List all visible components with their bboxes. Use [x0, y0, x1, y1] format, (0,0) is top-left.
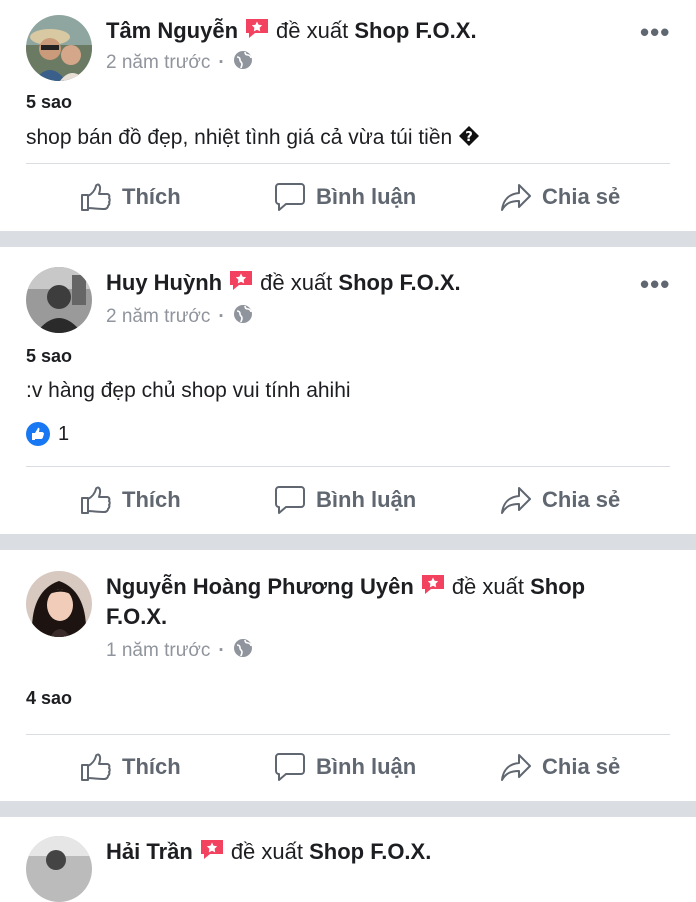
rating: 4 sao — [26, 688, 73, 708]
post-meta: 1 năm trước · — [106, 638, 253, 664]
timestamp[interactable]: 2 năm trước — [106, 52, 210, 74]
svg-text:?: ? — [465, 130, 473, 145]
unknown-glyph-icon: ? — [458, 126, 480, 149]
share-button[interactable]: Chia sẻ — [500, 752, 620, 782]
comment-icon — [275, 486, 305, 514]
post-header: Tâm Nguyễn đề xuất Shop F.O.X. — [106, 16, 477, 46]
avatar[interactable] — [26, 15, 92, 81]
rating: 5 sao — [26, 346, 73, 366]
recommend-verb: đề xuất — [230, 839, 303, 864]
globe-icon — [233, 638, 253, 664]
like-button[interactable]: Thích — [80, 182, 181, 212]
like-label: Thích — [122, 754, 181, 779]
recommend-icon — [244, 17, 270, 39]
comment-label: Bình luận — [316, 754, 417, 779]
divider — [26, 466, 670, 467]
post-separator — [0, 801, 696, 817]
share-label: Chia sẻ — [542, 487, 621, 512]
page-name[interactable]: Shop F.O.X. — [309, 839, 431, 864]
like-count: 1 — [58, 422, 70, 445]
post-separator — [0, 231, 696, 247]
like-button[interactable]: Thích — [80, 752, 181, 782]
comment-icon — [275, 183, 305, 211]
share-button[interactable]: Chia sẻ — [500, 485, 620, 515]
more-options-icon[interactable]: ••• — [640, 271, 670, 297]
author-name[interactable]: Tâm Nguyễn — [106, 18, 238, 43]
avatar[interactable] — [26, 571, 92, 637]
comment-button[interactable]: Bình luận — [274, 752, 416, 782]
recommend-verb: đề xuất — [276, 18, 349, 43]
more-options-icon[interactable]: ••• — [640, 19, 670, 45]
post-meta: 2 năm trước · — [106, 50, 253, 76]
share-button[interactable]: Chia sẻ — [500, 182, 620, 212]
like-icon — [81, 183, 111, 211]
comment-button[interactable]: Bình luận — [274, 182, 416, 212]
post-text: :v hàng đẹp chủ shop vui tính ahihi — [26, 379, 351, 402]
like-icon — [81, 753, 111, 781]
timestamp[interactable]: 1 năm trước — [106, 640, 210, 662]
author-name[interactable]: Huy Huỳnh — [106, 270, 222, 295]
author-name[interactable]: Hải Trần — [106, 839, 193, 864]
comment-button[interactable]: Bình luận — [274, 485, 416, 515]
timestamp[interactable]: 2 năm trước — [106, 306, 210, 328]
share-icon — [501, 754, 531, 781]
post-header: Huy Huỳnh đề xuất Shop F.O.X. — [106, 268, 461, 298]
recommend-icon — [228, 269, 254, 291]
comment-icon — [275, 753, 305, 781]
avatar[interactable] — [26, 836, 92, 902]
author-name[interactable]: Nguyễn Hoàng Phương Uyên — [106, 574, 414, 599]
post-meta: 2 năm trước · — [106, 304, 253, 330]
comment-label: Bình luận — [316, 487, 417, 512]
like-label: Thích — [122, 184, 181, 209]
page-name[interactable]: Shop F.O.X. — [338, 270, 460, 295]
recommend-icon — [199, 838, 225, 860]
recommend-verb: đề xuất — [451, 574, 524, 599]
share-label: Chia sẻ — [542, 184, 621, 209]
page-name[interactable]: Shop F.O.X. — [354, 18, 476, 43]
comment-label: Bình luận — [316, 184, 417, 209]
divider — [26, 163, 670, 164]
post-text: shop bán đồ đẹp, nhiệt tình giá cả vừa t… — [26, 125, 480, 150]
divider — [26, 734, 670, 735]
post-header: Nguyễn Hoàng Phương Uyên đề xuất Shop F.O.… — [106, 572, 666, 632]
recommend-verb: đề xuất — [260, 270, 333, 295]
like-reaction-icon — [26, 422, 50, 446]
avatar[interactable] — [26, 267, 92, 333]
like-icon — [81, 486, 111, 514]
post-separator — [0, 534, 696, 550]
recommend-icon — [420, 573, 446, 595]
share-label: Chia sẻ — [542, 754, 621, 779]
rating: 5 sao — [26, 92, 73, 112]
like-label: Thích — [122, 487, 181, 512]
reaction-summary[interactable]: 1 — [26, 422, 69, 446]
globe-icon — [233, 304, 253, 330]
share-icon — [501, 184, 531, 211]
globe-icon — [233, 50, 253, 76]
share-icon — [501, 487, 531, 514]
like-button[interactable]: Thích — [80, 485, 181, 515]
